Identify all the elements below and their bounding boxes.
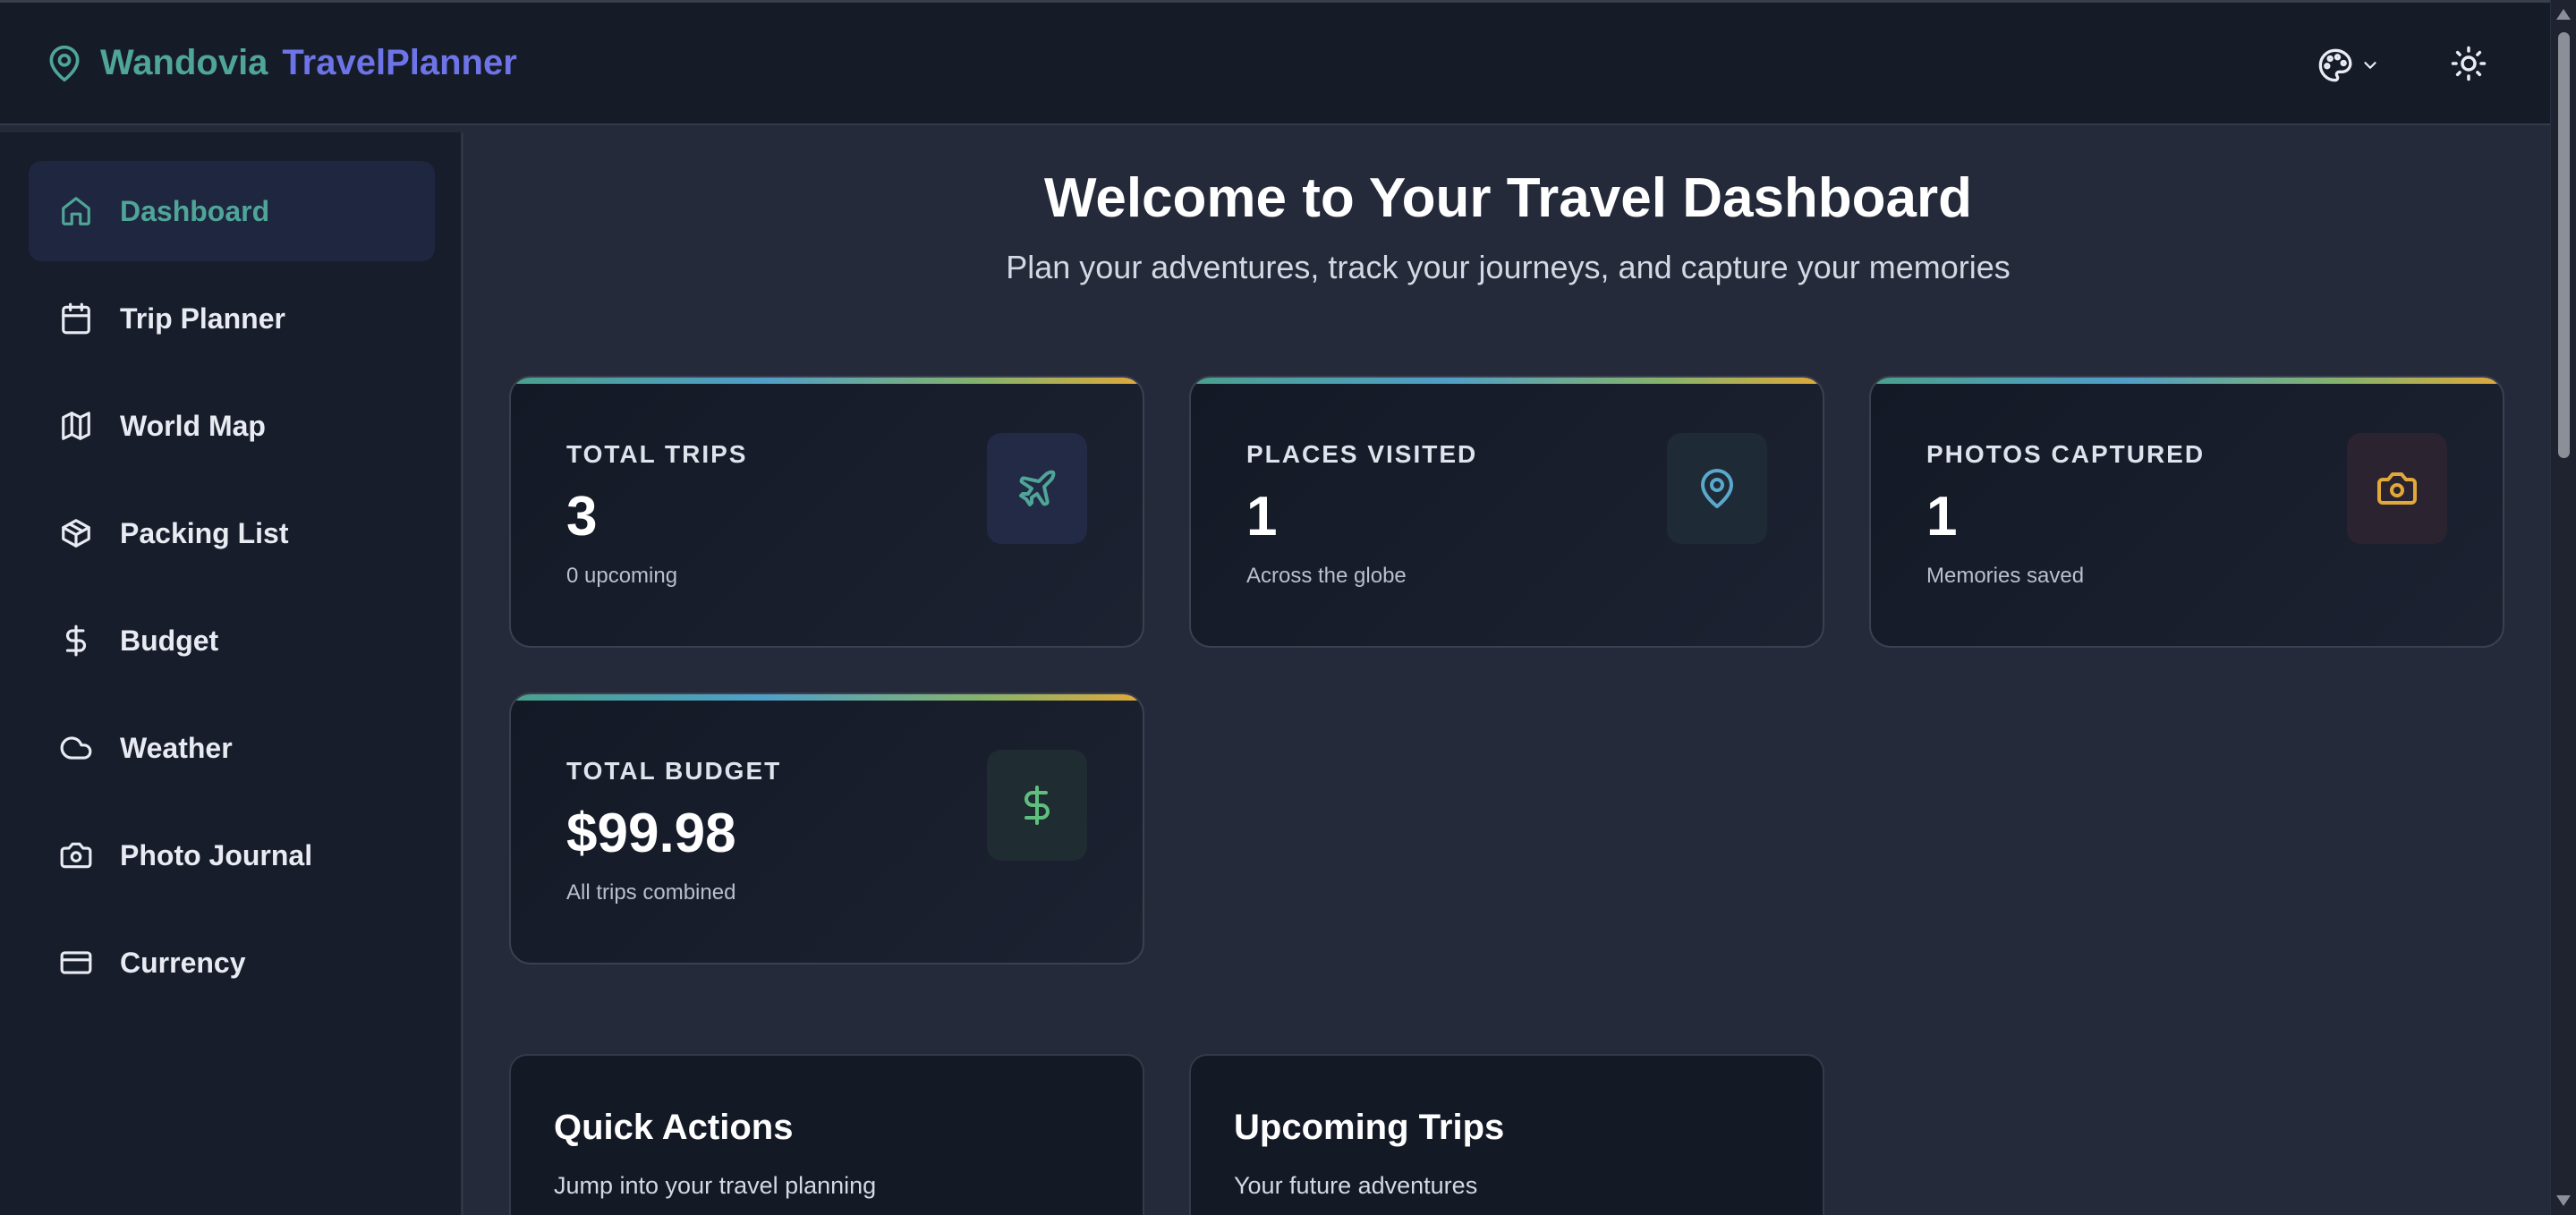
sidebar-item-label: Photo Journal	[120, 838, 313, 871]
palette-icon	[2318, 48, 2352, 82]
stat-label: TOTAL TRIPS	[566, 440, 748, 468]
map-pin-icon	[1701, 469, 1733, 508]
page-title: Welcome to Your Travel Dashboard	[1043, 167, 1973, 229]
cloud-icon	[60, 736, 92, 760]
quick-actions-panel: Quick Actions Jump into your travel plan…	[509, 1054, 1144, 1215]
sidebar: Dashboard Trip Planner World Map Packing…	[0, 132, 463, 1215]
sidebar-item-label: Currency	[120, 946, 246, 979]
sidebar-item-budget[interactable]: Budget	[29, 591, 435, 691]
plane-icon	[1019, 470, 1056, 506]
sun-icon	[2451, 46, 2487, 81]
calendar-icon	[62, 302, 90, 335]
scroll-up-arrow[interactable]	[2556, 9, 2571, 20]
credit-card-icon	[60, 951, 92, 974]
panel-title: Upcoming Trips	[1234, 1108, 1505, 1147]
sidebar-item-world-map[interactable]: World Map	[29, 376, 435, 476]
stat-card-total-trips: TOTAL TRIPS 3 0 upcoming	[509, 376, 1144, 648]
theme-palette-button[interactable]	[2317, 47, 2380, 83]
sidebar-item-currency[interactable]: Currency	[29, 913, 435, 1013]
stat-icon-box	[2347, 433, 2447, 544]
stat-label: PLACES VISITED	[1246, 440, 1478, 468]
scroll-down-arrow[interactable]	[2556, 1195, 2571, 1206]
package-icon	[62, 519, 90, 548]
home-icon	[62, 197, 90, 225]
dollar-icon	[1024, 786, 1050, 825]
stat-note: Memories saved	[1926, 564, 2085, 588]
camera-icon	[2377, 472, 2417, 505]
stat-icon-box	[987, 433, 1087, 544]
panel-title: Quick Actions	[554, 1108, 794, 1147]
panel-subtitle: Jump into your travel planning	[554, 1172, 877, 1199]
sidebar-item-weather[interactable]: Weather	[29, 698, 435, 798]
map-icon	[62, 412, 90, 440]
stat-card-total-budget: TOTAL BUDGET $99.98 All trips combined	[509, 692, 1144, 964]
sidebar-item-photo-journal[interactable]: Photo Journal	[29, 805, 435, 905]
scroll-thumb[interactable]	[2558, 32, 2570, 458]
stat-value: $99.98	[566, 803, 736, 864]
sidebar-item-label: Trip Planner	[120, 302, 285, 335]
page-scrollbar[interactable]	[2550, 0, 2576, 1215]
sidebar-item-dashboard[interactable]: Dashboard	[29, 161, 435, 261]
sidebar-item-label: World Map	[120, 409, 266, 442]
main-content: Welcome to Your Travel Dashboard Plan yo…	[466, 132, 2550, 1215]
top-bar: Wandovia TravelPlanner	[0, 0, 2550, 125]
map-pin-icon	[49, 45, 80, 81]
sidebar-item-trip-planner[interactable]: Trip Planner	[29, 268, 435, 369]
stat-note: 0 upcoming	[566, 564, 678, 588]
sidebar-item-label: Packing List	[120, 516, 289, 549]
stat-note: All trips combined	[566, 880, 736, 905]
dollar-icon	[65, 624, 86, 657]
stat-label: PHOTOS CAPTURED	[1926, 440, 2206, 468]
stat-label: TOTAL BUDGET	[566, 757, 782, 785]
sidebar-item-label: Weather	[120, 731, 233, 764]
stat-value: 3	[566, 486, 598, 548]
upcoming-trips-panel: Upcoming Trips Your future adventures	[1189, 1054, 1824, 1215]
stat-value: 1	[1246, 486, 1278, 548]
stat-card-photos-captured: PHOTOS CAPTURED 1 Memories saved	[1869, 376, 2504, 648]
theme-toggle-button[interactable]	[2450, 45, 2487, 87]
camera-icon	[60, 842, 92, 869]
sidebar-item-label: Budget	[120, 624, 219, 657]
brand[interactable]: Wandovia TravelPlanner	[45, 42, 517, 85]
page-subtitle: Plan your adventures, track your journey…	[1006, 249, 2011, 285]
stat-icon-box	[1667, 433, 1767, 544]
sidebar-item-label: Dashboard	[120, 194, 270, 227]
stat-note: Across the globe	[1246, 564, 1407, 588]
chevron-down-icon	[2364, 62, 2376, 69]
stat-value: 1	[1926, 486, 1958, 548]
sidebar-item-packing-list[interactable]: Packing List	[29, 483, 435, 583]
brand-name-second: TravelPlanner	[282, 43, 517, 82]
stat-icon-box	[987, 750, 1087, 861]
brand-name-first: Wandovia	[100, 43, 268, 82]
panel-subtitle: Your future adventures	[1234, 1172, 1478, 1199]
stat-card-places-visited: PLACES VISITED 1 Across the globe	[1189, 376, 1824, 648]
